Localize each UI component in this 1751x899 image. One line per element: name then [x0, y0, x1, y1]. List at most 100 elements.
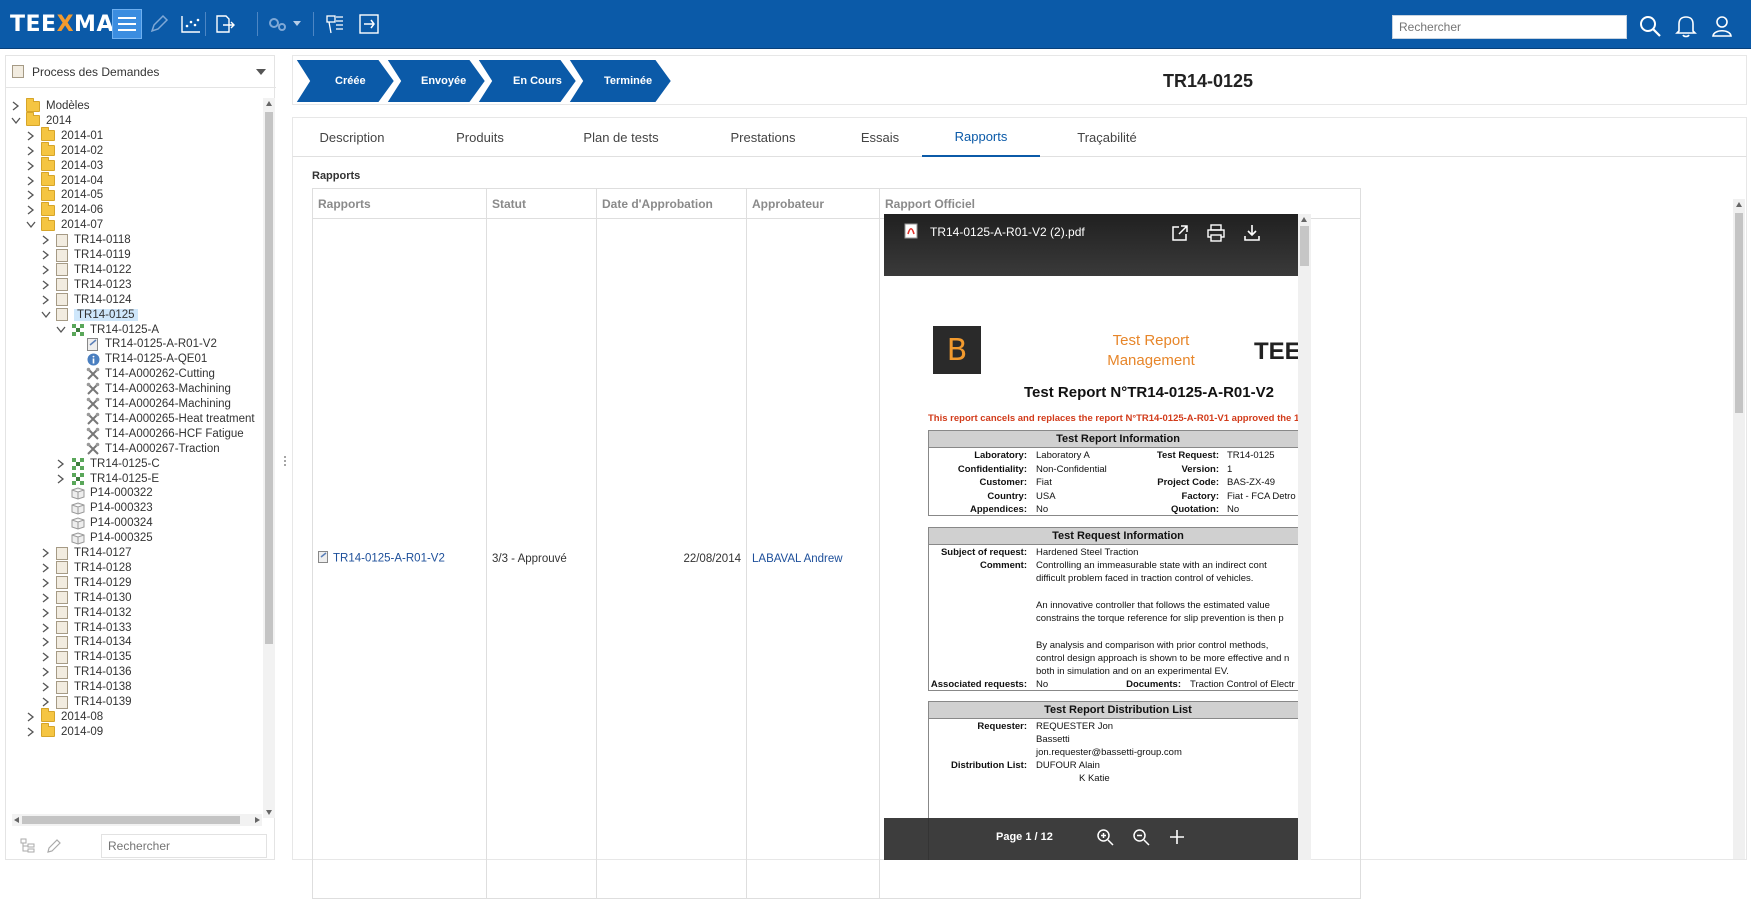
teexma-logo[interactable]: TEEXMA® — [10, 12, 123, 37]
export-document-icon[interactable] — [210, 9, 240, 39]
chevron-right-icon[interactable] — [55, 473, 67, 485]
chevron-right-icon[interactable] — [40, 294, 52, 306]
col-header-date-approbation[interactable]: Date d'Approbation — [596, 188, 747, 219]
col-header-statut[interactable]: Statut — [486, 188, 597, 219]
tab-produits[interactable]: Produits — [441, 118, 519, 157]
content-scrollbar[interactable] — [1733, 199, 1745, 859]
tree-item[interactable]: TR14-0139 — [40, 694, 132, 710]
tree-item[interactable]: P14-000325 — [55, 530, 153, 546]
tree-item[interactable]: 2014-01 — [25, 127, 103, 144]
tree-item[interactable]: TR14-0125-A-QE01 — [70, 351, 207, 367]
panel-splitter-handle[interactable] — [283, 455, 287, 467]
tree-item[interactable]: 2014-09 — [25, 723, 103, 740]
tree-item[interactable]: TR14-0135 — [40, 649, 132, 665]
chevron-down-icon[interactable] — [256, 69, 266, 75]
chevron-right-icon[interactable] — [40, 562, 52, 574]
download-icon[interactable] — [1242, 223, 1262, 243]
tab-description[interactable]: Description — [311, 118, 393, 157]
col-header-approbateur[interactable]: Approbateur — [746, 188, 880, 219]
tree-search-input[interactable] — [101, 834, 267, 858]
tree-item[interactable]: T14-A000266-HCF Fatigue — [70, 426, 244, 442]
tree-item[interactable]: 2014-07 — [25, 216, 103, 233]
tree-item[interactable]: TR14-0129 — [40, 575, 132, 591]
chevron-right-icon[interactable] — [40, 666, 52, 678]
report-link[interactable]: TR14-0125-A-R01-V2 — [333, 553, 445, 565]
tree-item[interactable]: T14-A000265-Heat treatment — [70, 411, 255, 427]
tree-item[interactable]: TR14-0122 — [40, 262, 132, 278]
pencil-icon[interactable] — [144, 9, 174, 39]
approver-link[interactable]: LABAVAL Andrew — [752, 553, 843, 565]
tree-view-icon[interactable] — [20, 838, 36, 857]
chevron-right-icon[interactable] — [40, 681, 52, 693]
tree-item[interactable]: TR14-0133 — [40, 620, 132, 636]
settings-gears-icon[interactable] — [262, 9, 292, 39]
notifications-bell-icon[interactable] — [1673, 13, 1699, 39]
chevron-right-icon[interactable] — [40, 636, 52, 648]
tab-plan-de-tests[interactable]: Plan de tests — [571, 118, 671, 157]
edit-pencil-icon[interactable] — [46, 838, 62, 857]
global-search-input[interactable] — [1392, 15, 1627, 39]
tree-item[interactable]: TR14-0127 — [40, 545, 132, 561]
sign-out-box-icon[interactable] — [354, 9, 384, 39]
tree-item[interactable]: TR14-0130 — [40, 590, 132, 606]
tree-item[interactable]: TR14-0136 — [40, 664, 132, 680]
chevron-right-icon[interactable] — [40, 547, 52, 559]
report-generator-icon[interactable] — [320, 9, 350, 39]
chevron-right-icon[interactable] — [25, 726, 37, 738]
tree-item[interactable]: TR14-0134 — [40, 634, 132, 650]
chevron-right-icon[interactable] — [25, 160, 37, 172]
scatter-chart-icon[interactable] — [176, 9, 206, 39]
chevron-down-icon[interactable] — [40, 309, 52, 321]
open-external-icon[interactable] — [1170, 223, 1190, 243]
chevron-right-icon[interactable] — [40, 234, 52, 246]
chevron-right-icon[interactable] — [25, 175, 37, 187]
tree-item[interactable]: 2014-04 — [25, 172, 103, 189]
settings-dropdown-caret-icon[interactable] — [290, 9, 304, 39]
tree-item[interactable]: 2014-06 — [25, 201, 103, 218]
tree-item[interactable]: 2014-08 — [25, 708, 103, 725]
pdf-scrollbar[interactable] — [1298, 214, 1311, 860]
zoom-in-icon[interactable] — [1096, 828, 1114, 846]
chevron-right-icon[interactable] — [40, 577, 52, 589]
tree-item[interactable]: TR14-0119 — [40, 247, 131, 263]
chevron-right-icon[interactable] — [25, 204, 37, 216]
tree-item[interactable]: TR14-0125-A-R01-V2 — [70, 336, 217, 352]
search-icon[interactable] — [1637, 13, 1663, 39]
tree-horizontal-scrollbar[interactable] — [12, 814, 262, 826]
tab-rapports[interactable]: Rapports — [922, 118, 1040, 157]
chevron-right-icon[interactable] — [40, 249, 52, 261]
tree-item[interactable]: 2014-02 — [25, 142, 103, 159]
tree-item[interactable]: T14-A000262-Cutting — [70, 366, 215, 382]
tree-item[interactable]: TR14-0125 — [40, 307, 138, 323]
chevron-right-icon[interactable] — [40, 696, 52, 708]
tree-item[interactable]: TR14-0118 — [40, 232, 131, 248]
tree-item[interactable]: TR14-0125-A — [55, 322, 159, 338]
menu-icon[interactable] — [112, 9, 142, 39]
tree-item[interactable]: TR14-0138 — [40, 679, 132, 695]
tab-tracabilite[interactable]: Traçabilité — [1065, 118, 1149, 157]
tree-item[interactable]: Modèles — [10, 98, 89, 114]
chevron-down-icon[interactable] — [25, 219, 37, 231]
tree-item[interactable]: P14-000323 — [55, 500, 153, 516]
tree-item[interactable]: TR14-0124 — [40, 292, 132, 308]
tree-item[interactable]: T14-A000267-Traction — [70, 441, 220, 457]
tree-item[interactable]: T14-A000263-Machining — [70, 381, 231, 397]
chevron-right-icon[interactable] — [25, 711, 37, 723]
chevron-right-icon[interactable] — [25, 189, 37, 201]
tree-item[interactable]: TR14-0125-E — [55, 471, 159, 487]
tree-item[interactable]: TR14-0128 — [40, 560, 132, 576]
tree-item[interactable]: 2014-05 — [25, 186, 103, 203]
tab-essais[interactable]: Essais — [848, 118, 912, 157]
tree-item[interactable]: P14-000322 — [55, 485, 153, 501]
tree-item[interactable]: T14-A000264-Machining — [70, 396, 231, 412]
chevron-right-icon[interactable] — [25, 145, 37, 157]
tree-item[interactable]: TR14-0132 — [40, 605, 132, 621]
tree-vertical-scrollbar[interactable] — [263, 98, 275, 818]
chevron-right-icon[interactable] — [40, 622, 52, 634]
chevron-right-icon[interactable] — [40, 279, 52, 291]
tree-item[interactable]: 2014-03 — [25, 157, 103, 174]
tree-item[interactable]: TR14-0123 — [40, 277, 132, 293]
tree-item[interactable]: P14-000324 — [55, 515, 153, 531]
chevron-right-icon[interactable] — [55, 458, 67, 470]
chevron-right-icon[interactable] — [25, 130, 37, 142]
